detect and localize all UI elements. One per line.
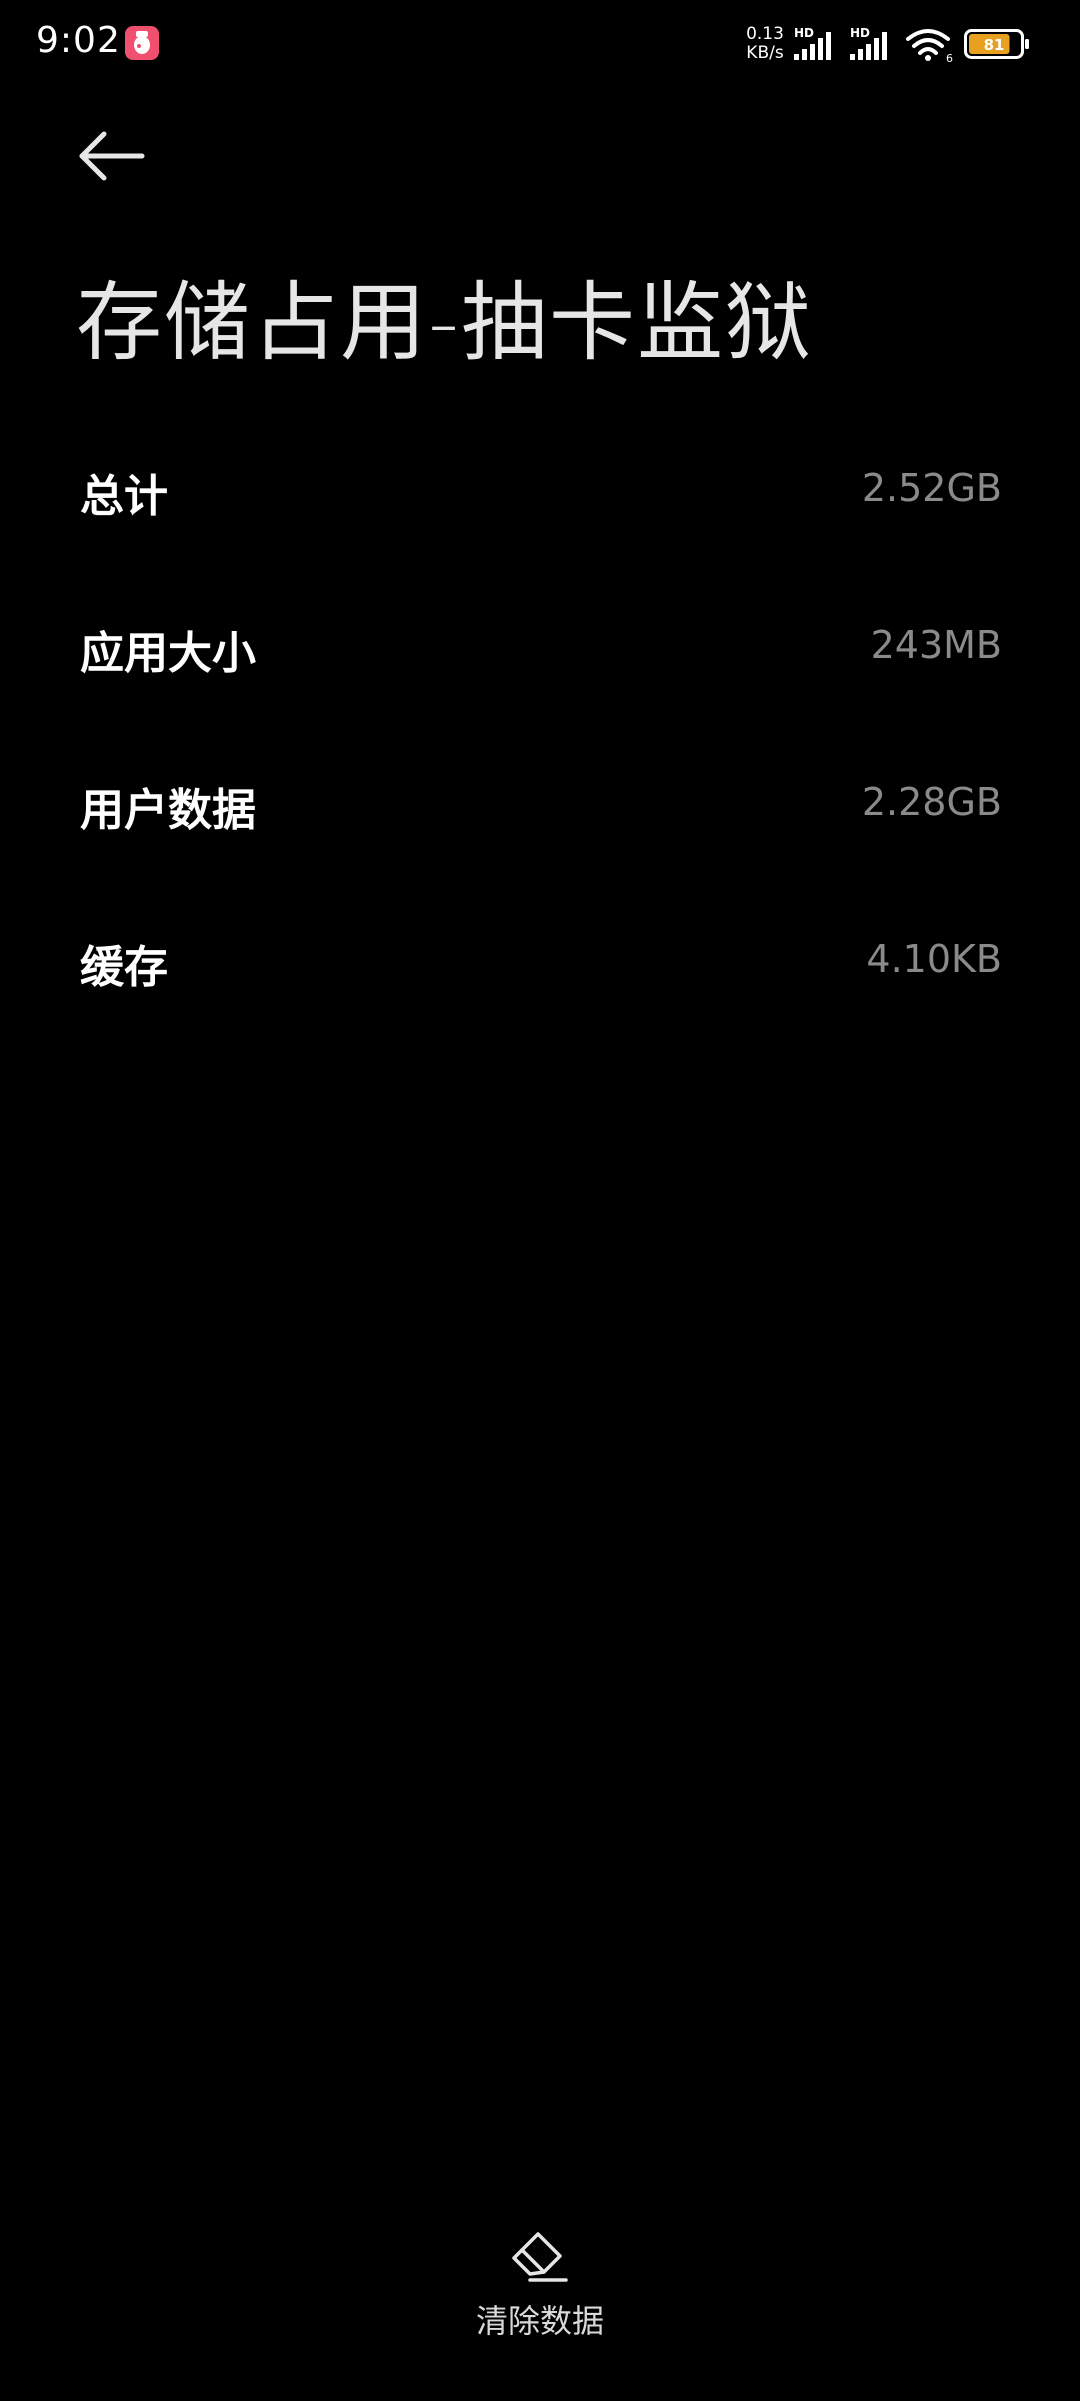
storage-row-cache: 缓存 4.10KB [0,901,1080,1058]
storage-list: 总计 2.52GB 应用大小 243MB 用户数据 2.28GB 缓存 4.10… [0,430,1080,1058]
wifi-tag: 6 [946,52,953,64]
status-time: 9:02 [36,20,121,61]
storage-label: 总计 [80,471,168,522]
storage-row-user-data: 用户数据 2.28GB [0,744,1080,901]
arrow-left-icon [79,131,145,181]
cellular-signal-icon: HD [794,26,831,60]
storage-label: 应用大小 [80,628,256,679]
storage-value: 2.28GB [861,780,1002,824]
storage-value: 2.52GB [861,466,1002,510]
network-speed-value: 0.13 [746,24,784,44]
wifi-icon: 6 [906,29,953,64]
page-title: 存储占用-抽卡监狱 [76,273,814,373]
clear-data-label: 清除数据 [475,2302,604,2340]
storage-row-total: 总计 2.52GB [0,430,1080,587]
battery-level: 81 [984,36,1005,54]
storage-value: 243MB [870,623,1002,667]
svg-text:HD: HD [794,26,814,40]
network-speed: 0.13 KB/s [740,25,790,63]
cellular-signal-2-icon: HD [850,26,887,60]
storage-row-app-size: 应用大小 243MB [0,587,1080,744]
status-bar: 9:02 0.13 KB/s HD HD 6 81 [0,0,1080,92]
clear-data-button[interactable]: 清除数据 [440,2228,640,2358]
eraser-icon [512,2232,568,2282]
back-button[interactable] [64,120,160,192]
network-speed-unit: KB/s [746,43,784,63]
svg-text:HD: HD [850,26,870,40]
battery-icon: 81 [964,29,1029,59]
storage-label: 用户数据 [80,785,256,836]
app-notification-icon [125,26,159,60]
storage-value: 4.10KB [866,937,1002,981]
storage-label: 缓存 [80,942,168,993]
